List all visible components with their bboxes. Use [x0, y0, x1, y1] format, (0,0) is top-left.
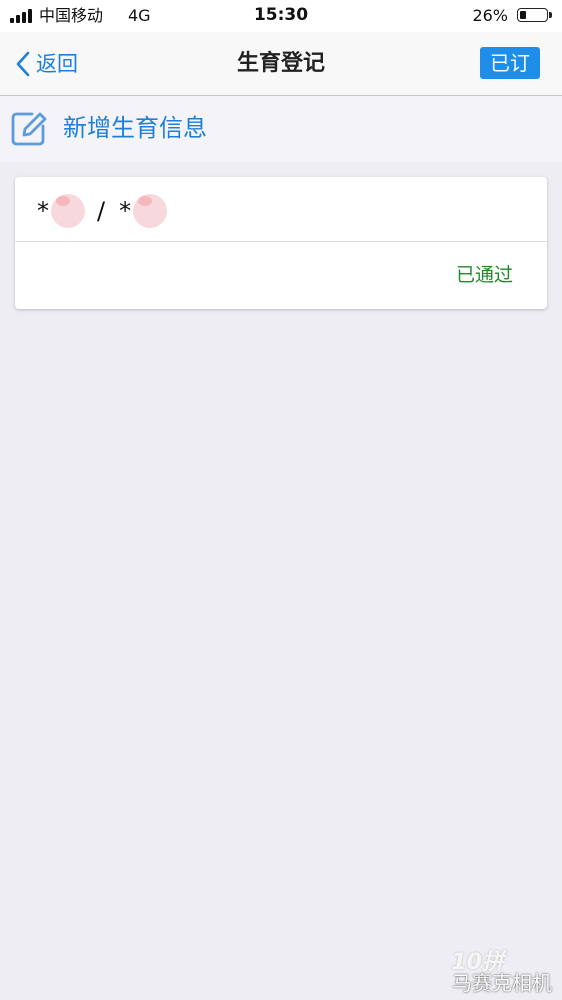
battery-percentage: 26%: [472, 6, 508, 25]
name-separator: /: [97, 197, 106, 225]
watermark-text: 马赛克相机: [452, 971, 552, 995]
record-names: * / *: [37, 194, 168, 228]
add-birth-info-row[interactable]: 新增生育信息: [0, 96, 562, 162]
page-title: 生育登记: [236, 51, 325, 76]
redacted-name-mask: [133, 194, 168, 228]
birth-record-card[interactable]: * / * 已通过: [15, 177, 547, 309]
battery-icon: [517, 8, 552, 22]
add-birth-info-label: 新增生育信息: [63, 114, 207, 142]
watermark: 10拼 马赛克相机: [432, 952, 552, 996]
navigation-bar: 返回 生育登记 已订: [0, 32, 562, 96]
approval-status: 已通过: [455, 264, 513, 286]
battery-level-fill: [520, 11, 526, 19]
record-card-header: * / *: [15, 177, 547, 242]
subscribed-button[interactable]: 已订: [480, 47, 540, 79]
first-name: *: [37, 197, 49, 225]
edit-icon: [11, 112, 47, 146]
status-bar: 中国移动 4G 15:30 26%: [0, 0, 562, 32]
redacted-name-mask: [51, 194, 85, 228]
second-name: *: [119, 197, 132, 225]
